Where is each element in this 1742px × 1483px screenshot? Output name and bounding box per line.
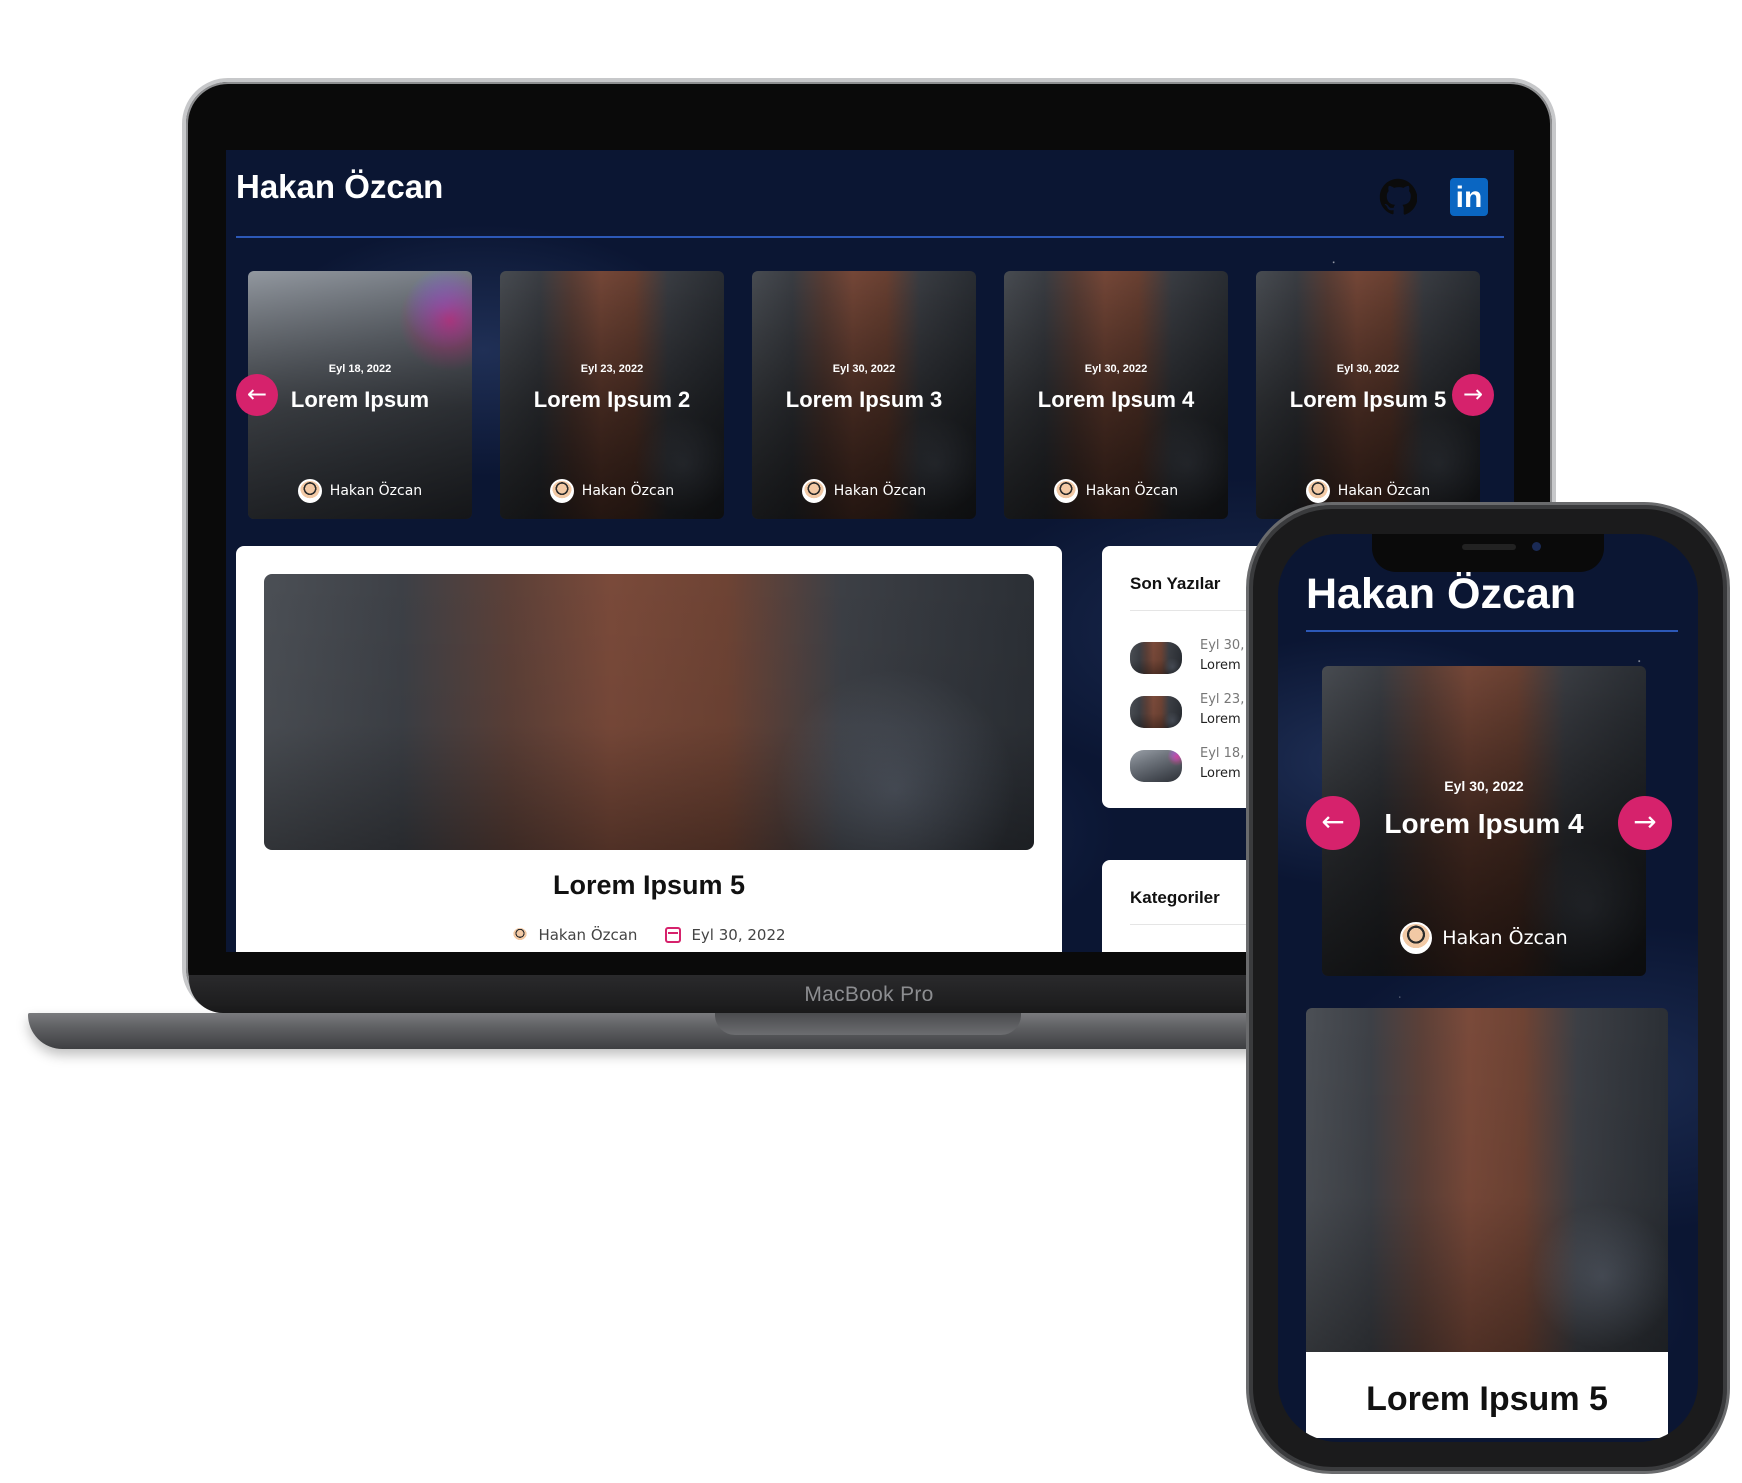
recent-post-title[interactable]: Lorem [1200,712,1241,727]
avatar [512,927,529,943]
mobile-post-body: Lorem Ipsum 5 [1306,1352,1668,1438]
arrow-left-icon[interactable]: ← [236,374,278,416]
categories-title: Kategoriler [1130,888,1220,907]
laptop-hinge-notch [715,1013,1021,1035]
slide-author: Hakan Özcan [500,479,724,503]
recent-post-thumb[interactable] [1130,642,1182,674]
slide-card[interactable]: Eyl 30, 2022 Lorem Ipsum 3 Hakan Özcan [752,271,976,519]
recent-post-date: Eyl 18, [1200,746,1245,761]
post-date-text: Eyl 30, 2022 [691,926,786,944]
slide-title[interactable]: Lorem Ipsum 3 [752,387,976,413]
featured-post-image[interactable] [264,574,1034,850]
slide-date: Eyl 23, 2022 [580,363,644,375]
recent-post-thumb[interactable] [1130,750,1182,782]
slide-date: Eyl 30, 2022 [832,363,896,375]
slide-author: Hakan Özcan [1256,479,1480,503]
author-name: Hakan Özcan [1442,927,1568,949]
featured-post-meta: Hakan Özcan Eyl 30, 2022 [236,926,1062,944]
author-name: Hakan Özcan [1337,483,1431,499]
recent-post-date: Eyl 30, [1200,638,1245,653]
recent-post-title[interactable]: Lorem [1200,658,1241,673]
phone-camera [1532,542,1541,551]
author-name: Hakan Özcan [581,483,675,499]
post-author-name: Hakan Özcan [538,926,638,944]
author-name: Hakan Özcan [329,483,423,499]
github-icon[interactable] [1379,178,1417,216]
mobile-post-card[interactable]: Lorem Ipsum 5 [1306,1008,1668,1438]
mobile-slide-card[interactable]: Eyl 30, 2022 Lorem Ipsum 4 Hakan Özcan [1322,666,1646,976]
calendar-icon [665,927,682,943]
phone-screen: Hakan Özcan Eyl 30, 2022 Lorem Ipsum 4 H… [1278,534,1698,1442]
linkedin-icon[interactable]: in [1450,178,1488,216]
slide-date: Eyl 18, 2022 [328,363,392,375]
post-date: Eyl 30, 2022 [665,926,786,944]
post-slider: Eyl 18, 2022 Lorem Ipsum Hakan Özcan Eyl… [248,271,1480,519]
recent-post-thumb[interactable] [1130,696,1182,728]
linkedin-icon-text: in [1455,181,1483,214]
mobile-post-title[interactable]: Lorem Ipsum 5 [1306,1380,1668,1419]
avatar [1053,479,1078,503]
site-header: Hakan Özcan in [236,150,1504,238]
slide-date: Eyl 30, 2022 [1336,363,1400,375]
featured-post-title[interactable]: Lorem Ipsum 5 [236,870,1062,901]
mobile-slide-date: Eyl 30, 2022 [1444,778,1524,794]
recent-post-title[interactable]: Lorem [1200,766,1241,781]
slide-title[interactable]: Lorem Ipsum [248,387,472,413]
mobile-post-image[interactable] [1306,1008,1668,1352]
site-title[interactable]: Hakan Özcan [236,168,443,206]
recent-post-date: Eyl 23, [1200,692,1245,707]
avatar [1305,479,1330,503]
phone-speaker [1462,544,1516,550]
slide-title[interactable]: Lorem Ipsum 4 [1004,387,1228,413]
avatar [297,479,322,503]
post-author: Hakan Özcan [512,926,637,944]
slide-author: Hakan Özcan [752,479,976,503]
slide-author: Hakan Özcan [1004,479,1228,503]
author-name: Hakan Özcan [1085,483,1179,499]
phone-notch [1372,534,1604,572]
recent-posts-title: Son Yazılar [1130,574,1221,593]
arrow-right-icon[interactable]: → [1618,796,1672,850]
avatar [801,479,826,503]
avatar [1400,922,1433,954]
mobile-site-title[interactable]: Hakan Özcan [1306,570,1576,619]
mobile-header-divider [1306,630,1678,632]
mobile-slide-title[interactable]: Lorem Ipsum 4 [1322,808,1646,840]
arrow-right-icon[interactable]: → [1452,374,1494,416]
slide-author: Hakan Özcan [248,479,472,503]
slide-card[interactable]: Eyl 30, 2022 Lorem Ipsum 4 Hakan Özcan [1004,271,1228,519]
featured-post-card[interactable]: Lorem Ipsum 5 Hakan Özcan Eyl 30, 2022 [236,546,1062,952]
slide-title[interactable]: Lorem Ipsum 2 [500,387,724,413]
avatar [549,479,574,503]
slide-date: Eyl 30, 2022 [1084,363,1148,375]
slide-card[interactable]: Eyl 30, 2022 Lorem Ipsum 5 Hakan Özcan [1256,271,1480,519]
slide-card[interactable]: Eyl 18, 2022 Lorem Ipsum Hakan Özcan [248,271,472,519]
author-name: Hakan Özcan [833,483,927,499]
arrow-left-icon[interactable]: ← [1306,796,1360,850]
slide-card[interactable]: Eyl 23, 2022 Lorem Ipsum 2 Hakan Özcan [500,271,724,519]
mobile-slide-author: Hakan Özcan [1322,922,1646,954]
slide-title[interactable]: Lorem Ipsum 5 [1256,387,1480,413]
